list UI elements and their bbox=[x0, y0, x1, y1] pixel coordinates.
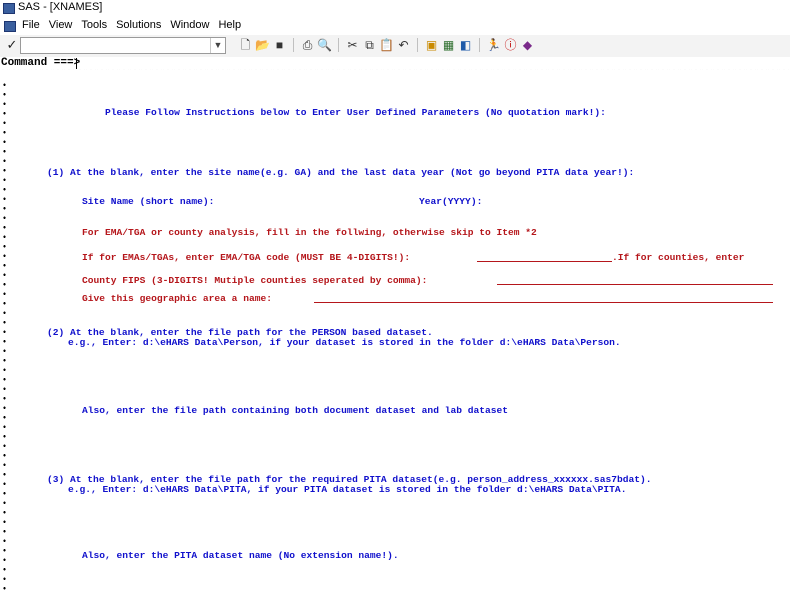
document-lab-path-label: Also, enter the file path containing bot… bbox=[82, 405, 509, 416]
county-fips-label: County FIPS (3-DIGITS! Mutiple counties … bbox=[82, 275, 428, 286]
form-heading: Please Follow Instructions below to Ente… bbox=[105, 107, 606, 118]
ema-note: For EMA/TGA or county analysis, fill in … bbox=[82, 227, 537, 238]
ema-code-label: If for EMAs/TGAs, enter EMA/TGA code (MU… bbox=[82, 252, 411, 263]
year-label: Year(YYYY): bbox=[419, 196, 483, 207]
site-name-label: Site Name (short name): bbox=[82, 196, 215, 207]
item2-example: e.g., Enter: d:\eHARS Data\Person, if yo… bbox=[68, 337, 621, 348]
ema-code-field[interactable] bbox=[477, 261, 612, 262]
ema-code-tail: .If for counties, enter bbox=[612, 252, 745, 263]
county-fips-field[interactable] bbox=[497, 284, 773, 285]
geo-area-label: Give this geographic area a name: bbox=[82, 293, 272, 304]
geo-area-name-field[interactable] bbox=[314, 302, 773, 303]
item1-instruction: (1) At the blank, enter the site name(e.… bbox=[47, 167, 635, 178]
parameter-form: Please Follow Instructions below to Ente… bbox=[0, 0, 790, 595]
item3-example: e.g., Enter: d:\eHARS Data\PITA, if your… bbox=[68, 484, 627, 495]
pita-dataset-name-label: Also, enter the PITA dataset name (No ex… bbox=[82, 550, 399, 561]
